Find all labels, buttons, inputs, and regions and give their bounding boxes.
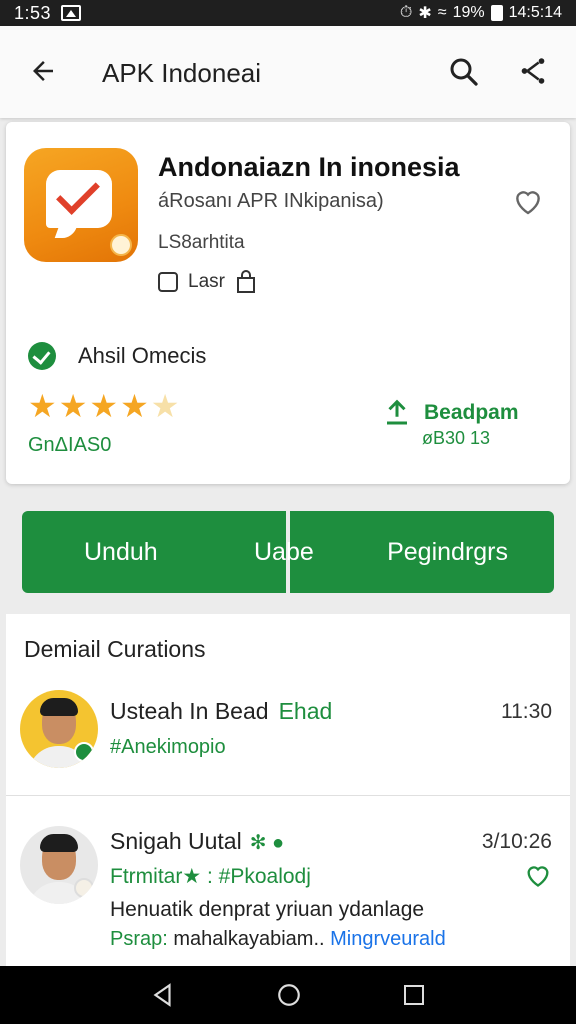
meta-row: Lasr [158, 270, 257, 294]
heart-outline-icon [516, 191, 540, 215]
avatar-status-badge [74, 742, 94, 762]
category-icon [158, 272, 178, 292]
action-bar: Unduh Uabe Pegindrgrs [22, 511, 554, 593]
system-nav-bar [0, 966, 576, 1024]
nav-back-button[interactable] [150, 982, 176, 1008]
review-body: Henuatik denprat yriuan ydanlage [110, 898, 425, 921]
circle-home-icon [278, 984, 300, 1006]
status-clock: 14:5:14 [508, 4, 562, 21]
download-size: øB30 13 [422, 428, 491, 448]
reviewer-name: Usteah In Bead Ehad [110, 698, 332, 725]
verified-row: Ahsil Omecis [28, 342, 206, 370]
verified-label: Ahsil Omecis [78, 343, 207, 368]
status-right: ⏱ ✱ ≈ 19% 14:5:14 [400, 3, 562, 23]
edit-link[interactable]: Ehad [279, 698, 333, 724]
update-label[interactable]: Uabe [254, 538, 314, 567]
alarm-icon: ⏱ [399, 4, 413, 21]
star-icon: ★ [120, 388, 149, 424]
square-recents-icon [404, 985, 424, 1005]
reviews-section: Demiail Curations Usteah In Bead Ehad 11:… [6, 614, 570, 966]
triangle-back-icon [153, 983, 171, 1007]
install-label: Unduh [84, 537, 158, 566]
read-more-link[interactable]: Mingrveurald [330, 928, 446, 950]
app-logo-icon [24, 148, 138, 262]
manage-button[interactable]: Pegindrgrs [290, 511, 554, 593]
heart-outline-icon [527, 866, 549, 887]
verified-check-icon [28, 342, 56, 370]
page-title: APK Indoneai [102, 58, 262, 88]
bluetooth-icon: ✱ [418, 5, 432, 22]
rating-count: GnΔIAS0 [28, 434, 112, 456]
review-time: 11:30 [501, 700, 552, 723]
back-button[interactable] [26, 54, 60, 88]
wishlist-button[interactable] [512, 186, 546, 216]
avatar-status-badge [74, 878, 94, 898]
avatar [20, 826, 98, 904]
share-button[interactable] [516, 54, 552, 90]
status-time: 1:53 [14, 2, 52, 23]
search-icon [450, 58, 478, 86]
image-notification-icon [61, 5, 82, 21]
reviewer-name-text: Usteah In Bead [110, 698, 269, 724]
developer-name[interactable]: LS8arhtita [158, 232, 245, 254]
app-info-card: Andonaiazn In inonesia áRosanı APR INkip… [6, 122, 570, 484]
search-button[interactable] [446, 54, 482, 90]
review-text: mahalkayabiam.. [173, 928, 325, 950]
battery-percent: 19% [452, 4, 485, 21]
avatar [20, 690, 98, 768]
battery-icon [490, 5, 503, 21]
review-item[interactable]: Snigah Uutal ✻ ● 3/10:26 Ftrmitar★ : #Pko… [6, 816, 570, 966]
reaction-icons: ✻ ● [249, 832, 285, 854]
app-name: Andonaiazn In inonesia [158, 152, 460, 182]
arrow-back-icon [33, 61, 53, 81]
manage-label: Pegindrgrs [387, 537, 508, 566]
star-icon: ★ [89, 388, 119, 424]
review-label: Psrap: [110, 928, 168, 950]
shopping-bag-icon [236, 270, 255, 293]
share-icon [521, 58, 545, 84]
meta-label: Lasr [188, 271, 225, 292]
logo-badge [110, 234, 132, 256]
review-hashtag[interactable]: #Anekimopio [110, 736, 226, 759]
app-subtitle: áRosanı APR INkipanisa) [158, 190, 384, 212]
like-button[interactable] [524, 862, 552, 888]
reviewer-name-text: Snigah Uutal [110, 828, 242, 854]
nav-recents-button[interactable] [402, 983, 426, 1007]
avatar-hair-shape [40, 698, 78, 716]
install-button[interactable]: Unduh Uabe [22, 511, 314, 593]
download-stat: Beadpam [382, 398, 519, 428]
review-body-line2: Psrap: mahalkayabiam.. Mingrveurald [110, 928, 446, 951]
status-bar: 1:53 ⏱ ✱ ≈ 19% 14:5:14 [0, 0, 576, 26]
download-arrow-icon [387, 399, 407, 425]
rating-stars: ★ ★ ★ ★ ★ [28, 390, 179, 422]
star-icon: ★ [58, 388, 88, 424]
nav-home-button[interactable] [276, 982, 302, 1008]
review-item[interactable]: Usteah In Bead Ehad 11:30 #Anekimopio [6, 686, 570, 796]
review-tags[interactable]: Ftrmitar★ : #Pkoalodj [110, 864, 311, 889]
section-title: Demiail Curations [24, 636, 206, 662]
app-bar: APK Indoneai [0, 26, 576, 118]
reviewer-name: Snigah Uutal ✻ ● [110, 828, 284, 855]
download-label: Beadpam [424, 401, 519, 424]
avatar-hair-shape [40, 834, 78, 852]
wifi-icon: ≈ [437, 4, 447, 21]
star-half-icon: ★ [150, 388, 180, 424]
star-icon: ★ [28, 388, 57, 424]
review-time: 3/10:26 [481, 830, 552, 853]
